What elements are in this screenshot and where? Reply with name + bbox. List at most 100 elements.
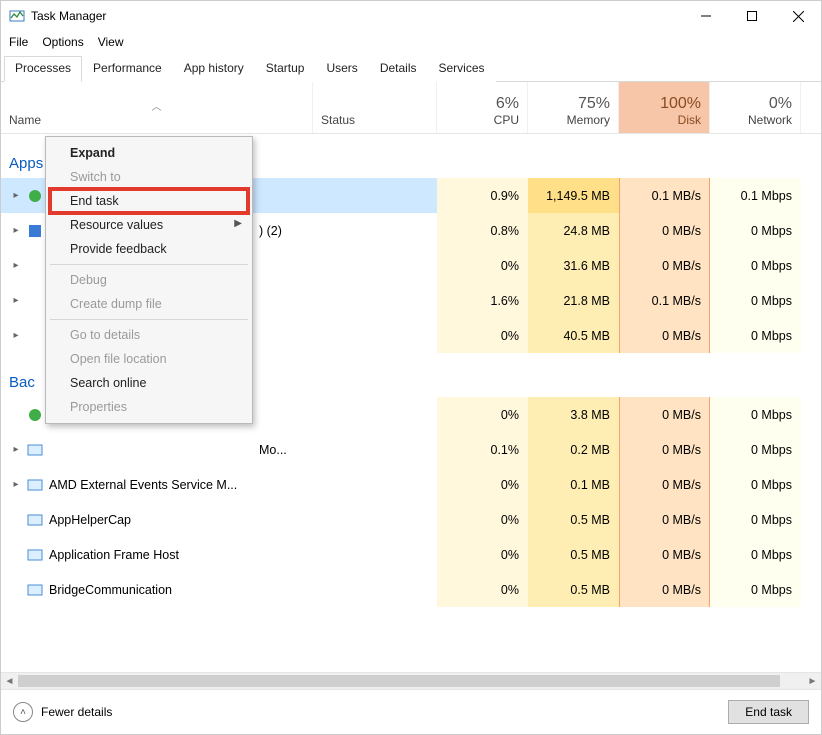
disk-value: 0 MB/s [619,397,710,432]
network-value: 0 Mbps [710,318,801,353]
window-title: Task Manager [31,9,106,23]
network-value: 0 Mbps [710,537,801,572]
app-icon [27,407,43,423]
sort-chevron-icon: ︿ [9,98,304,113]
chevron-up-icon: ˄ [20,707,26,718]
service-icon [27,582,43,598]
task-manager-icon [9,8,25,24]
memory-usage-pct: 75% [578,95,610,113]
menu-item-expand[interactable]: Expand [48,141,250,165]
memory-value: 0.2 MB [528,432,619,467]
process-row[interactable]: ▸ Application Frame Host 0% 0.5 MB 0 MB/… [1,537,821,572]
cpu-value: 0% [437,397,528,432]
tab-processes[interactable]: Processes [4,56,82,82]
end-task-button[interactable]: End task [728,700,809,724]
menu-item-switch-to: Switch to [48,165,250,189]
fewer-details-toggle[interactable]: ˄ [13,702,33,722]
disk-value: 0 MB/s [619,432,710,467]
column-memory[interactable]: 75% Memory [528,82,619,133]
process-row[interactable]: ▸ Mo... 0.1% 0.2 MB 0 MB/s 0 Mbps [1,432,821,467]
chevron-right-icon[interactable]: ▸ [9,295,23,306]
cpu-value: 0.8% [437,213,528,248]
menu-item-go-to-details: Go to details [48,323,250,347]
column-cpu[interactable]: 6% CPU [437,82,528,133]
menu-item-debug: Debug [48,268,250,292]
tab-services[interactable]: Services [428,56,496,82]
menu-item-resource-values[interactable]: Resource values ▶ [48,213,250,237]
network-value: 0 Mbps [710,397,801,432]
app-icon [27,223,43,239]
app-icon [27,258,43,274]
chevron-right-icon[interactable]: ▸ [9,479,23,490]
disk-usage-pct: 100% [660,95,701,113]
scrollbar-thumb[interactable] [18,675,780,687]
menu-bar: File Options View [1,31,821,55]
network-value: 0 Mbps [710,283,801,318]
process-row[interactable]: ▸ AMD External Events Service M... 0% 0.… [1,467,821,502]
cpu-value: 0% [437,502,528,537]
memory-value: 24.8 MB [528,213,619,248]
chevron-right-icon[interactable]: ▸ [9,330,23,341]
column-disk-label: Disk [678,113,701,127]
network-value: 0 Mbps [710,467,801,502]
cpu-value: 0% [437,537,528,572]
menu-separator [50,319,248,320]
menu-item-search-online[interactable]: Search online [48,371,250,395]
column-network[interactable]: 0% Network [710,82,801,133]
menu-view[interactable]: View [98,35,124,49]
chevron-right-icon[interactable]: ▸ [9,444,23,455]
menu-file[interactable]: File [9,35,28,49]
tab-performance[interactable]: Performance [82,56,173,82]
maximize-button[interactable] [729,1,775,31]
process-name: BridgeCommunication [49,583,172,597]
close-button[interactable] [775,1,821,31]
menu-item-end-task[interactable]: End task [48,189,250,213]
network-value: 0.1 Mbps [710,178,801,213]
memory-value: 0.5 MB [528,537,619,572]
scroll-right-icon[interactable]: ► [804,676,821,687]
app-icon [27,188,43,204]
chevron-right-icon[interactable]: ▸ [9,225,23,236]
menu-options[interactable]: Options [42,35,83,49]
tab-details[interactable]: Details [369,56,428,82]
process-name: Application Frame Host [49,548,179,562]
menu-item-provide-feedback[interactable]: Provide feedback [48,237,250,261]
process-row[interactable]: ▸ BridgeCommunication 0% 0.5 MB 0 MB/s 0… [1,572,821,607]
chevron-right-icon[interactable]: ▸ [9,190,23,201]
title-bar: Task Manager [1,1,821,31]
fewer-details-label[interactable]: Fewer details [41,705,112,719]
memory-value: 21.8 MB [528,283,619,318]
column-name[interactable]: ︿ Name [1,82,313,133]
footer: ˄ Fewer details End task [1,689,821,734]
column-disk[interactable]: 100% Disk [619,82,710,133]
tab-users[interactable]: Users [315,56,368,82]
disk-value: 0 MB/s [619,502,710,537]
minimize-button[interactable] [683,1,729,31]
disk-value: 0 MB/s [619,248,710,283]
horizontal-scrollbar[interactable]: ◄ ► [1,672,821,689]
process-row[interactable]: ▸ AppHelperCap 0% 0.5 MB 0 MB/s 0 Mbps [1,502,821,537]
service-icon [27,442,43,458]
cpu-value: 0% [437,248,528,283]
disk-value: 0 MB/s [619,572,710,607]
network-value: 0 Mbps [710,248,801,283]
submenu-arrow-icon: ▶ [234,218,242,229]
process-name: AppHelperCap [49,513,131,527]
tab-strip: Processes Performance App history Startu… [1,55,821,82]
cpu-usage-pct: 6% [496,95,519,113]
menu-item-open-file-location: Open file location [48,347,250,371]
scroll-left-icon[interactable]: ◄ [1,676,18,687]
tab-app-history[interactable]: App history [173,56,255,82]
network-value: 0 Mbps [710,572,801,607]
service-icon [27,512,43,528]
network-value: 0 Mbps [710,432,801,467]
cpu-value: 0% [437,467,528,502]
column-status[interactable]: Status [313,82,437,133]
disk-value: 0 MB/s [619,213,710,248]
chevron-right-icon[interactable]: ▸ [9,260,23,271]
memory-value: 1,149.5 MB [528,178,619,213]
tab-startup[interactable]: Startup [255,56,316,82]
memory-value: 0.5 MB [528,572,619,607]
memory-value: 0.5 MB [528,502,619,537]
process-rows[interactable]: Apps (5) ▸ 0.9% 1,149.5 MB 0.1 MB/s 0.1 … [1,134,821,672]
